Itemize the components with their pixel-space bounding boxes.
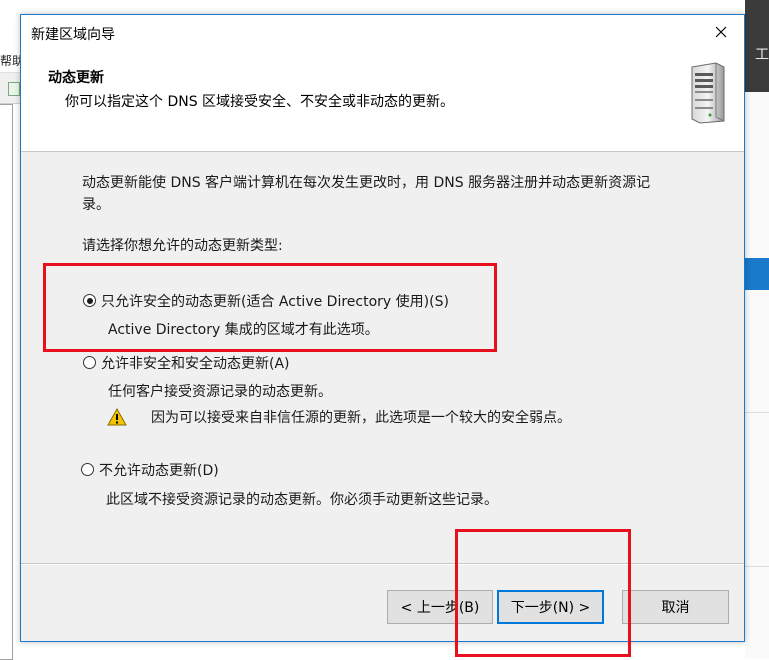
back-button[interactable]: < 上一步(B) [387,590,493,624]
background-toolbar-icon [8,82,20,96]
radio-no-dynamic-updates[interactable] [81,463,94,476]
cancel-button[interactable]: 取消 [622,590,729,624]
option-secure-only-desc: Active Directory 集成的区域才有此选项。 [108,322,379,338]
close-button[interactable] [698,15,744,49]
option-nonsecure-warning: 因为可以接受来自非信任源的更新，此选项是一个较大的安全弱点。 [151,410,571,426]
description-text-continued: 录。 [82,197,110,213]
description-text: 动态更新能使 DNS 客户端计算机在每次发生更改时，用 DNS 服务器注册并动态… [82,175,651,191]
prompt-label: 请选择你想允许的动态更新类型: [82,238,283,254]
new-zone-wizard-dialog: 新建区域向导 动态更新 你可以指定这个 DNS 区域接受安全、不安全或非动态的更… [20,14,745,642]
radio-nonsecure-and-secure[interactable] [83,356,96,369]
next-button[interactable]: 下一步(N) > [497,590,604,624]
background-selected-item [745,258,769,290]
option-nonsecure-desc: 任何客户接受资源记录的动态更新。 [108,384,332,400]
wizard-header: 动态更新 你可以指定这个 DNS 区域接受安全、不安全或非动态的更新。 [21,49,744,152]
option-nonsecure-label[interactable]: 允许非安全和安全动态更新(A) [101,353,290,373]
background-divider [745,566,769,567]
background-header-text: 工 [755,47,769,63]
background-app-left: 帮助 [0,0,24,660]
server-icon [691,62,725,124]
background-divider [745,412,769,413]
warning-icon [107,408,127,426]
page-subtitle: 你可以指定这个 DNS 区域接受安全、不安全或非动态的更新。 [65,94,455,110]
page-title: 动态更新 [48,70,104,86]
title-bar: 新建区域向导 [21,15,744,49]
background-app-right: 工 [745,0,769,658]
option-secure-only-label[interactable]: 只允许安全的动态更新(适合 Active Directory 使用)(S) [101,291,449,311]
option-none-desc: 此区域不接受资源记录的动态更新。你必须手动更新这些记录。 [106,492,498,508]
radio-secure-only[interactable] [83,294,96,307]
option-none-label[interactable]: 不允许动态更新(D) [99,460,219,480]
window-title: 新建区域向导 [31,27,115,43]
footer-separator-highlight [21,564,744,565]
background-tree-panel [0,104,13,660]
close-icon [715,26,727,38]
